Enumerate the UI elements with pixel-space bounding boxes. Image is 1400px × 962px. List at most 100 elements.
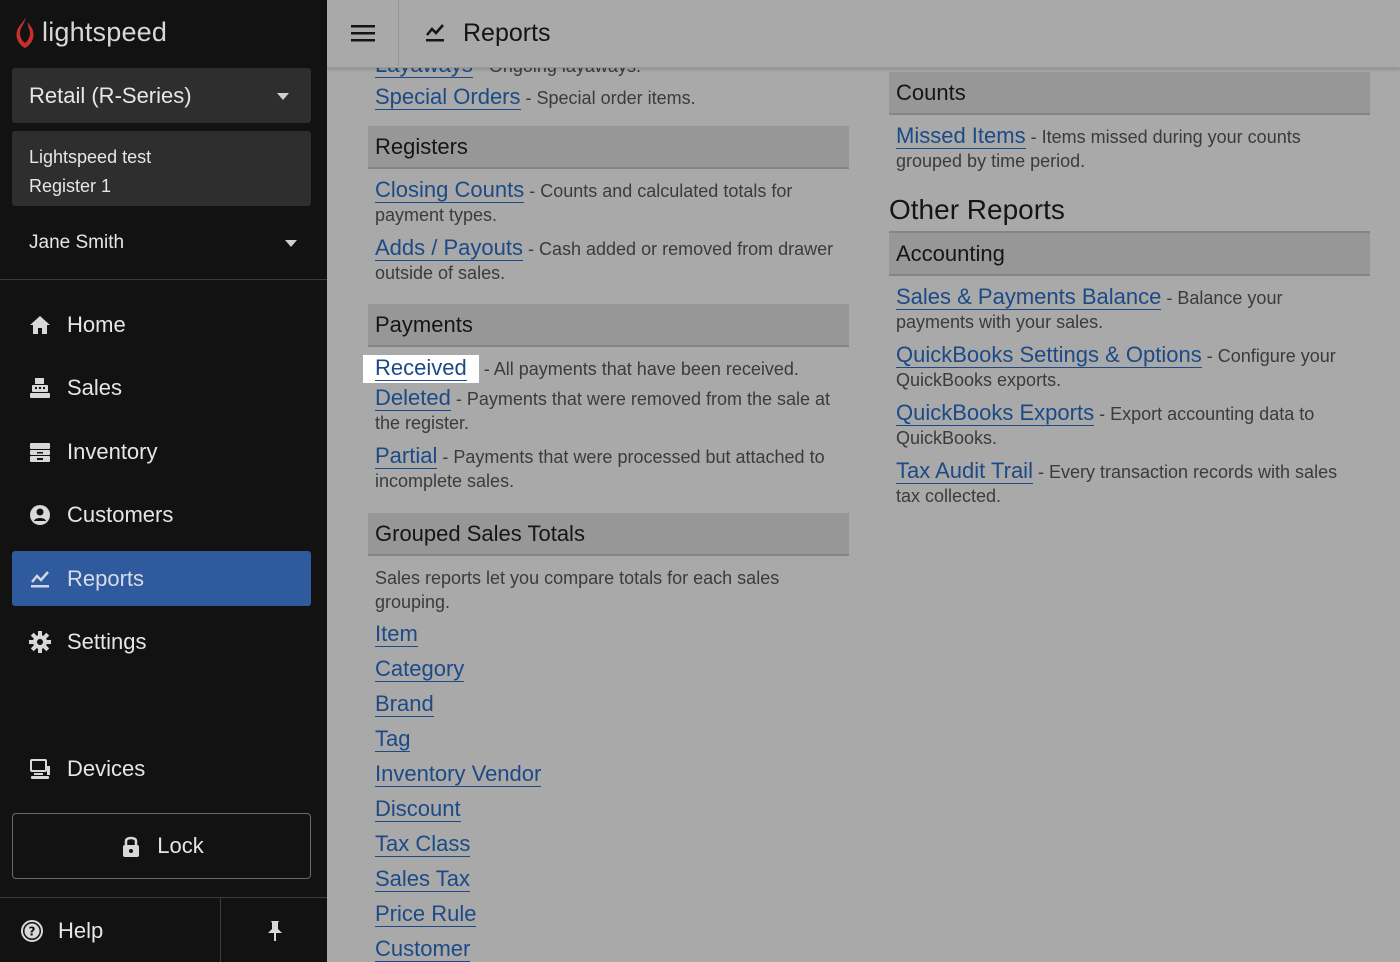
- lightspeed-logo-icon: [16, 15, 34, 48]
- report-link-quickbooks-exports[interactable]: QuickBooks Exports: [896, 400, 1095, 426]
- report-entry-special-orders: Special Orders - Special order items.: [368, 84, 849, 110]
- report-entry-quickbooks-settings: QuickBooks Settings & Options - Configur…: [889, 342, 1370, 392]
- report-entry-inventory-vendor: Inventory Vendor: [368, 761, 849, 787]
- help-label: Help: [58, 917, 104, 943]
- brand-name: lightspeed: [42, 16, 168, 47]
- register-store: Lightspeed test: [29, 147, 152, 167]
- report-entry-brand: Brand: [368, 691, 849, 717]
- report-link-tag[interactable]: Tag: [375, 726, 411, 752]
- grouped-sales-intro: Sales reports let you compare totals for…: [375, 568, 780, 612]
- sidebar-item-label: Settings: [67, 628, 147, 654]
- report-link-quickbooks-settings[interactable]: QuickBooks Settings & Options: [896, 342, 1202, 368]
- report-entry-quickbooks-exports: QuickBooks Exports - Export accounting d…: [889, 400, 1370, 450]
- sidebar-item-label: Inventory: [67, 438, 158, 464]
- lock-button[interactable]: Lock: [12, 813, 311, 879]
- register-icon: [28, 376, 52, 400]
- sidebar: lightspeed Retail (R-Series) Lightspeed …: [0, 0, 327, 962]
- report-entry-layaways: Layaways - Ongoing layaways.: [368, 68, 849, 84]
- report-link-sales-tax[interactable]: Sales Tax: [375, 866, 470, 892]
- pin-icon: [267, 920, 282, 941]
- report-link-adds-payouts[interactable]: Adds / Payouts: [375, 235, 523, 261]
- svg-text:?: ?: [29, 924, 36, 938]
- sidebar-item-inventory[interactable]: Inventory: [12, 424, 311, 479]
- report-entry-tag: Tag: [368, 726, 849, 752]
- report-link-layaways[interactable]: Layaways: [375, 68, 473, 78]
- sidebar-item-home[interactable]: Home: [12, 297, 311, 352]
- report-link-partial[interactable]: Partial: [375, 443, 438, 469]
- report-desc: - Payments that were processed but attac…: [375, 447, 825, 491]
- user-name: Jane Smith: [29, 232, 125, 253]
- report-entry-category: Category: [368, 656, 849, 682]
- report-link-sales-payments-balance[interactable]: Sales & Payments Balance: [896, 284, 1162, 310]
- report-entry-deleted: Deleted - Payments that were removed fro…: [368, 385, 849, 435]
- report-entry-item: Item: [368, 621, 849, 647]
- help-icon: ?: [20, 919, 44, 943]
- page-title: Reports: [423, 0, 551, 66]
- report-entry-tax-class: Tax Class: [368, 831, 849, 857]
- sidebar-item-devices[interactable]: Devices: [12, 741, 311, 796]
- product-label: Retail (R-Series): [29, 82, 192, 108]
- help-button[interactable]: ? Help: [0, 898, 221, 962]
- highlight-box: Received: [363, 355, 479, 383]
- report-link-item[interactable]: Item: [375, 621, 418, 647]
- sidebar-item-label: Devices: [67, 755, 146, 781]
- page-title-text: Reports: [463, 18, 551, 47]
- sidebar-item-label: Home: [67, 311, 126, 337]
- reports-content: Layaways - Ongoing layaways. Special Ord…: [327, 68, 1400, 962]
- report-link-missed-items[interactable]: Missed Items: [896, 123, 1026, 149]
- hamburger-icon: [350, 25, 375, 42]
- gear-icon: [28, 630, 52, 654]
- brand[interactable]: lightspeed: [12, 12, 167, 52]
- sidebar-item-label: Customers: [67, 501, 174, 527]
- report-link-special-orders[interactable]: Special Orders: [375, 84, 521, 110]
- section-header-counts: Counts: [889, 72, 1370, 115]
- sidebar-item-settings[interactable]: Settings: [12, 614, 311, 669]
- section-header-registers: Registers: [368, 126, 849, 169]
- chevron-down-icon: [285, 240, 297, 247]
- customer-icon: [28, 503, 52, 527]
- sidebar-item-customers[interactable]: Customers: [12, 487, 311, 542]
- top-bar: Reports: [327, 0, 1400, 68]
- report-desc: - Ongoing layaways.: [478, 68, 641, 76]
- report-entry-sales-payments-balance: Sales & Payments Balance - Balance your …: [889, 284, 1370, 334]
- report-link-deleted[interactable]: Deleted: [375, 385, 451, 411]
- report-entry-price-rule: Price Rule: [368, 901, 849, 927]
- user-menu[interactable]: Jane Smith: [12, 222, 311, 264]
- report-link-tax-class[interactable]: Tax Class: [375, 831, 471, 857]
- devices-icon: [28, 757, 52, 781]
- other-reports-title: Other Reports: [889, 189, 1370, 233]
- reports-column-left: Layaways - Ongoing layaways. Special Ord…: [363, 68, 849, 962]
- sidebar-item-label: Sales: [67, 374, 123, 400]
- report-entry-closing-counts: Closing Counts - Counts and calculated t…: [368, 177, 849, 227]
- sidebar-footer: ? Help: [0, 897, 327, 962]
- sidebar-item-reports[interactable]: Reports: [12, 551, 311, 606]
- report-link-price-rule[interactable]: Price Rule: [375, 901, 477, 927]
- report-link-received[interactable]: Received: [375, 355, 467, 381]
- report-link-customer[interactable]: Customer: [375, 936, 471, 962]
- report-entry-partial: Partial - Payments that were processed b…: [368, 443, 849, 493]
- report-desc: - Special order items.: [525, 88, 696, 108]
- register-box[interactable]: Lightspeed test Register 1: [12, 131, 311, 206]
- chevron-down-icon: [277, 92, 289, 100]
- report-entry-sales-tax: Sales Tax: [368, 866, 849, 892]
- report-link-discount[interactable]: Discount: [375, 796, 461, 822]
- inventory-icon: [28, 440, 52, 464]
- reports-icon: [423, 21, 447, 45]
- report-link-tax-audit-trail[interactable]: Tax Audit Trail: [896, 458, 1033, 484]
- pin-button[interactable]: [222, 898, 327, 962]
- report-entry-discount: Discount: [368, 796, 849, 822]
- report-link-category[interactable]: Category: [375, 656, 465, 682]
- report-link-inventory-vendor[interactable]: Inventory Vendor: [375, 761, 542, 787]
- product-select[interactable]: Retail (R-Series): [12, 68, 311, 123]
- section-header-payments: Payments: [368, 304, 849, 347]
- lock-label: Lock: [157, 833, 204, 858]
- report-link-closing-counts[interactable]: Closing Counts: [375, 177, 525, 203]
- menu-toggle-button[interactable]: [327, 0, 399, 66]
- report-link-brand[interactable]: Brand: [375, 691, 434, 717]
- report-entry-customer: Customer: [368, 936, 849, 962]
- sidebar-item-label: Reports: [67, 565, 145, 591]
- section-header-accounting: Accounting: [889, 233, 1370, 276]
- sidebar-item-sales[interactable]: Sales: [12, 360, 311, 415]
- lock-icon: [119, 834, 143, 858]
- reports-column-right: Counts Missed Items - Items missed durin…: [889, 72, 1370, 508]
